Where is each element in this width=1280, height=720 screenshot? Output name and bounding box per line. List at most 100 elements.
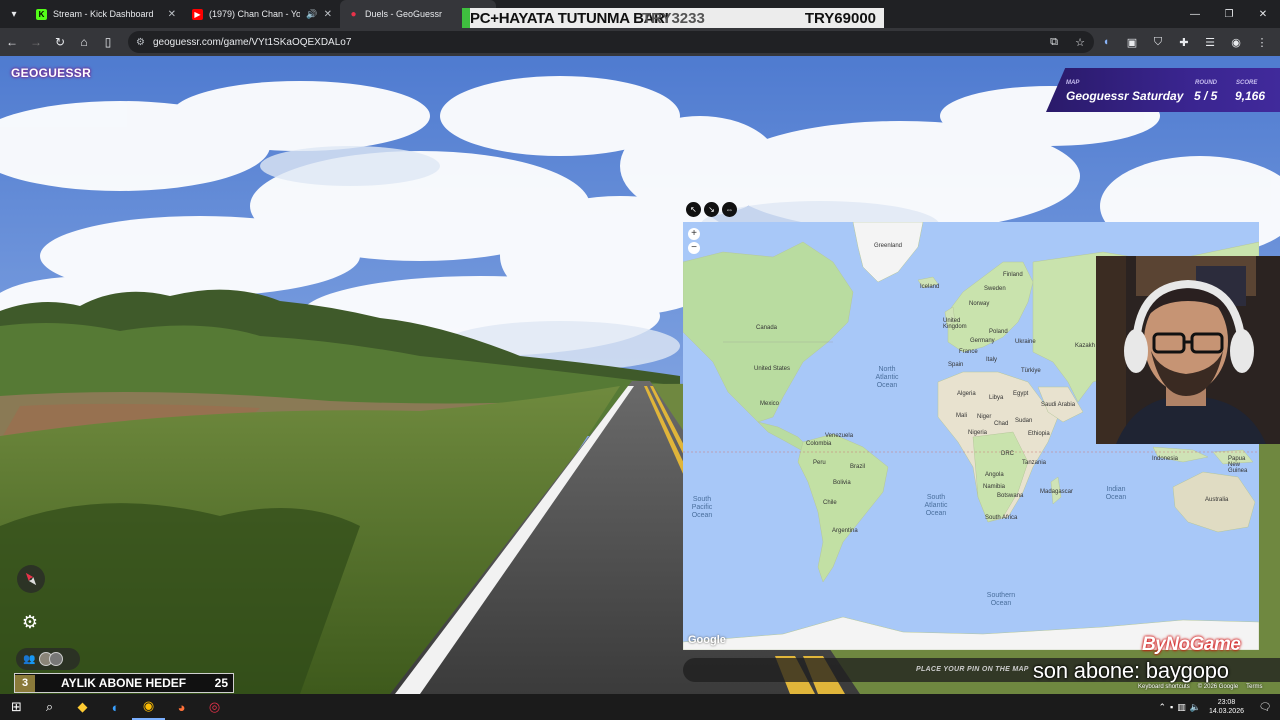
geoguessr-pin-icon: ●	[350, 8, 357, 20]
url-text: geoguessr.com/game/VYt1SKaOQEXDALo7	[152, 36, 352, 48]
obs-icon[interactable]: ◎	[198, 694, 231, 720]
site-info-icon[interactable]: ⚙	[136, 37, 145, 48]
map-label-norway: Norway	[969, 301, 990, 307]
map-label-greenland: Greenland	[874, 243, 903, 249]
reload-icon[interactable]: ↻	[48, 28, 72, 56]
windows-taskbar: ⊞ ⌕ ◆ ◐ ◉ ◕ ◎ ⌃ ▪ ▥ 🔈 23:08 14.03.2026 🗨	[0, 694, 1280, 720]
sponsor-logo: ByNoGame	[1142, 634, 1241, 656]
game-status-bar: MAP Geoguessr Saturday ROUND 5 / 5 SCORE…	[1046, 68, 1280, 112]
map-label-uk: United Kingdom	[943, 318, 967, 330]
ocean-label-north-atlantic: North Atlantic Ocean	[875, 366, 899, 389]
tab-youtube[interactable]: ▶ (1979) Chan Chan - YouTube 🔊 ✕	[184, 0, 340, 28]
map-label-sweden: Sweden	[984, 286, 1006, 292]
ocean-label-southern: Southern Ocean	[986, 592, 1016, 607]
map-label-poland: Poland	[989, 329, 1008, 335]
sub-goal-target: 25	[214, 676, 228, 690]
clock-time: 23:08	[1217, 699, 1236, 706]
back-icon[interactable]: ←	[0, 28, 24, 56]
tray-chevron-icon[interactable]: ⌃	[1158, 702, 1166, 713]
keyboard-shortcuts-link[interactable]: Keyboard shortcuts	[1138, 684, 1190, 690]
streamer-webcam	[1096, 256, 1280, 444]
extensions-puzzle-icon[interactable]: ✚	[1172, 30, 1196, 54]
windows-start-icon[interactable]: ⊞	[0, 694, 33, 720]
shield-icon[interactable]: ⛉	[1146, 30, 1170, 54]
forward-icon[interactable]: →	[24, 28, 48, 56]
map-label-germany: Germany	[970, 338, 995, 344]
close-tab-icon[interactable]: ✕	[324, 9, 332, 20]
search-icon[interactable]: ⌕	[33, 694, 66, 720]
bookmark-star-icon[interactable]: ☆	[1068, 30, 1092, 54]
speaker-icon[interactable]: 🔊	[306, 9, 317, 20]
map-label-drc: DRC	[1001, 451, 1014, 457]
more-menu-icon[interactable]: ⋮	[1250, 30, 1274, 54]
extension-icon[interactable]: ▣	[1120, 30, 1144, 54]
map-label-libya: Libya	[989, 395, 1004, 401]
address-bar[interactable]: ⚙ geoguessr.com/game/VYt1SKaOQEXDALo7	[128, 31, 1094, 53]
zoom-out-button[interactable]: −	[688, 242, 700, 254]
map-label: MAP	[1066, 80, 1080, 86]
chrome-icon[interactable]: ◉	[132, 694, 165, 720]
firefox-icon[interactable]: ◕	[165, 694, 198, 720]
toolbar-actions: ⧉ ☆ ◖ ▣ ⛉ ✚ ☰ ◉ ⋮	[1042, 28, 1274, 56]
map-label-canada: Canada	[756, 325, 778, 331]
last-subscriber-text: son abone: baygopo	[1033, 658, 1229, 683]
sub-goal-current: 3	[15, 674, 35, 692]
profile-avatar-icon[interactable]: ◉	[1224, 30, 1248, 54]
map-label-algeria: Algeria	[957, 391, 976, 397]
reading-list-icon[interactable]: ☰	[1198, 30, 1222, 54]
install-app-icon[interactable]: ⧉	[1042, 30, 1066, 54]
map-label-turkiye: Türkiye	[1021, 368, 1041, 374]
map-label-iceland: Iceland	[920, 284, 940, 290]
browser-toolbar: ← → ↻ ⌂ ▯ ⚙ geoguessr.com/game/VYt1SKaOQ…	[0, 28, 1280, 56]
map-label-australia: Australia	[1205, 497, 1229, 503]
settings-gear-icon[interactable]: ⚙	[18, 610, 42, 634]
map-attribution: Keyboard shortcuts © 2026 Google Terms	[1138, 684, 1263, 690]
tab-kick-dashboard[interactable]: K Stream - Kick Dashboard ✕	[28, 0, 184, 28]
map-label-ethiopia: Ethiopia	[1028, 431, 1050, 437]
map-label-egypt: Egypt	[1013, 391, 1029, 397]
notifications-icon[interactable]: 🗨	[1256, 698, 1274, 716]
minimize-icon[interactable]: —	[1178, 0, 1212, 28]
volume-icon[interactable]: 🔈	[1190, 702, 1201, 713]
network-icon[interactable]: ▥	[1177, 702, 1186, 713]
tray-app-icon[interactable]: ▪	[1170, 702, 1173, 712]
home-icon[interactable]: ⌂	[72, 28, 96, 56]
expand-map-icon[interactable]: ↖	[686, 202, 701, 217]
close-window-icon[interactable]: ✕	[1246, 0, 1280, 28]
map-label-peru: Peru	[813, 460, 826, 466]
map-label-italy: Italy	[986, 357, 998, 363]
compass-button[interactable]	[17, 565, 45, 593]
goal-current: TRY3233	[642, 9, 705, 27]
map-label-spain: Spain	[948, 362, 964, 368]
party-players-button[interactable]: 👥	[16, 648, 80, 670]
map-label-madagascar: Madagascar	[1040, 489, 1074, 495]
map-label-botswana: Botswana	[997, 493, 1024, 499]
clock[interactable]: 23:08 14.03.2026	[1209, 698, 1244, 716]
extension-icon[interactable]: ◖	[1094, 30, 1118, 54]
donation-goal-overlay: PC+HAYATA TUTUNMA BARI TRY3233 TRY69000	[462, 8, 884, 28]
map-value: Geoguessr Saturday	[1066, 89, 1184, 103]
zoom-in-button[interactable]: +	[688, 228, 700, 240]
map-label-namibia: Namibia	[983, 484, 1006, 490]
tab-search-chevron-icon[interactable]: ▾	[0, 0, 28, 28]
copyright-text: © 2026 Google	[1197, 684, 1239, 690]
player-avatar	[49, 652, 64, 666]
shrink-map-icon[interactable]: ↘	[704, 202, 719, 217]
map-label-chile: Chile	[823, 500, 837, 506]
clock-date: 14.03.2026	[1208, 708, 1244, 715]
close-tab-icon[interactable]: ✕	[168, 9, 176, 20]
app-icon[interactable]: ◆	[66, 694, 99, 720]
pin-map-icon[interactable]: ⇔	[722, 202, 737, 217]
tab-title: Stream - Kick Dashboard	[53, 9, 154, 19]
map-label-usa: United States	[754, 366, 791, 372]
map-label-sudan: Sudan	[1015, 418, 1033, 424]
map-label-kazakh: Kazakh	[1075, 343, 1096, 349]
sponsor-text: ByNoGame	[1142, 634, 1241, 655]
map-label-brazil: Brazil	[850, 464, 866, 470]
edge-icon[interactable]: ◐	[99, 694, 132, 720]
terms-link[interactable]: Terms	[1246, 684, 1262, 690]
system-tray: ⌃ ▪ ▥ 🔈 23:08 14.03.2026 🗨	[1158, 694, 1280, 720]
restore-icon[interactable]: ❐	[1212, 0, 1246, 28]
split-view-icon[interactable]: ▯	[96, 28, 120, 56]
geoguessr-logo[interactable]: GEOGUESSR	[11, 66, 91, 80]
